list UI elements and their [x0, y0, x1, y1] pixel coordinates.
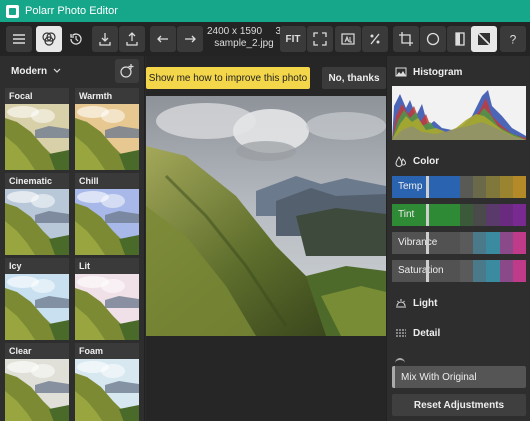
filter-label: Lit [79, 261, 90, 271]
title-bar: Polarr Photo Editor [0, 0, 530, 22]
light-label: Light [413, 297, 438, 309]
filter-thumbnail [5, 104, 69, 170]
filter-thumbnail [75, 274, 139, 340]
filter-tile-clear[interactable]: Clear [5, 343, 69, 421]
filter-label: Icy [9, 261, 22, 271]
no-thanks-button[interactable]: No, thanks [322, 67, 386, 89]
filter-thumbnail [75, 104, 139, 170]
percent-icon[interactable] [362, 26, 388, 52]
vibrance-slider-track [460, 232, 527, 254]
filter-label: Chill [79, 176, 99, 186]
file-name: sample_2.jpg [214, 38, 274, 49]
fullscreen-icon[interactable] [307, 26, 333, 52]
saturation-slider-knob[interactable] [426, 260, 429, 282]
crop-icon[interactable] [393, 26, 419, 52]
filter-tile-foam[interactable]: Foam [75, 343, 139, 421]
histogram-section-header[interactable]: Histogram [395, 66, 462, 78]
saturation-slider-label: Saturation [398, 265, 444, 276]
window-title: Polarr Photo Editor [25, 5, 118, 17]
undo-icon[interactable] [150, 26, 176, 52]
saturation-slider-track [460, 260, 527, 282]
svg-text:?: ? [510, 33, 517, 47]
filter-tile-icy[interactable]: Icy [5, 258, 69, 340]
improve-photo-tip-button[interactable]: Show me how to improve this photo [146, 67, 310, 89]
preset-header: Modern [0, 56, 145, 86]
preset-group-label: Modern [11, 66, 48, 77]
tint-slider[interactable]: Tint [392, 204, 527, 226]
vibrance-slider-label: Vibrance [398, 237, 438, 248]
filter-label: Focal [9, 91, 33, 101]
filter-label: Cinematic [9, 176, 53, 186]
filter-label: Warmth [79, 91, 113, 101]
canvas-area: Show me how to improve this photo No, th… [146, 56, 386, 421]
histogram-label: Histogram [413, 66, 463, 78]
circle-mask-icon[interactable] [420, 26, 446, 52]
filter-label: Foam [79, 346, 104, 356]
toolbar: 2400 x 1590 3 sample_2.jpg FIT ? [0, 22, 530, 56]
filter-thumbnail [5, 359, 69, 421]
detail-label: Detail [413, 327, 441, 339]
app-logo-icon [6, 4, 19, 18]
filters-panel: Modern Focal Warmth Cinematic Chill Icy Lit Cl… [0, 56, 145, 421]
help-icon[interactable]: ? [500, 26, 526, 52]
tint-slider-track [460, 204, 527, 226]
preset-group-dropdown[interactable]: Modern [11, 66, 61, 77]
filter-thumbnail [75, 359, 139, 421]
temp-slider-track [460, 176, 527, 198]
color-section-header[interactable]: Color [395, 155, 439, 167]
vibrance-slider-knob[interactable] [426, 232, 429, 254]
chevron-down-icon [53, 68, 61, 73]
image-dimensions: 2400 x 1590 [207, 26, 263, 37]
filter-thumbnail [5, 274, 69, 340]
fit-button[interactable]: FIT [280, 26, 306, 52]
filter-tile-warmth[interactable]: Warmth [75, 88, 139, 170]
light-section-header[interactable]: Light [395, 297, 437, 309]
filter-thumbnail [5, 189, 69, 255]
temp-slider-label: Temp [398, 181, 423, 192]
menu-icon[interactable] [6, 26, 32, 52]
detail-icon [396, 329, 406, 337]
saturation-slider[interactable]: Saturation [392, 260, 527, 282]
histogram-chart [392, 86, 526, 140]
color-drop-icon [395, 156, 407, 167]
history-icon[interactable] [63, 26, 89, 52]
mix-with-original-button[interactable]: Mix With Original [392, 366, 526, 388]
import-icon[interactable] [92, 26, 118, 52]
adjustments-panel: Histogram Color Temp Tint Vibrance Satur… [386, 56, 530, 421]
filter-thumbnail [75, 189, 139, 255]
photo-canvas[interactable] [146, 96, 386, 336]
temp-slider-knob[interactable] [426, 176, 429, 198]
histogram-icon [395, 67, 407, 77]
light-icon [396, 299, 406, 308]
filters-icon[interactable] [36, 26, 62, 52]
redo-icon[interactable] [177, 26, 203, 52]
compare-icon[interactable] [335, 26, 361, 52]
filter-tile-chill[interactable]: Chill [75, 173, 139, 255]
tint-slider-knob[interactable] [426, 204, 429, 226]
add-filter-icon [120, 64, 134, 78]
vibrance-slider[interactable]: Vibrance [392, 232, 527, 254]
image-info: 2400 x 1590 3 sample_2.jpg [205, 26, 283, 50]
partial-section-icon [395, 358, 405, 363]
filter-tile-cinematic[interactable]: Cinematic [5, 173, 69, 255]
temp-slider[interactable]: Temp [392, 176, 527, 198]
tint-slider-label: Tint [398, 209, 415, 220]
filter-tile-focal[interactable]: Focal [5, 88, 69, 170]
filter-tile-lit[interactable]: Lit [75, 258, 139, 340]
filter-label: Clear [9, 346, 32, 356]
brush-mask-icon[interactable] [447, 26, 473, 52]
add-filter-button[interactable] [115, 59, 139, 83]
detail-section-header[interactable]: Detail [395, 327, 440, 339]
export-icon[interactable] [119, 26, 145, 52]
reset-adjustments-button[interactable]: Reset Adjustments [392, 394, 526, 416]
color-label: Color [413, 155, 440, 167]
gradient-mask-icon[interactable] [471, 26, 497, 52]
